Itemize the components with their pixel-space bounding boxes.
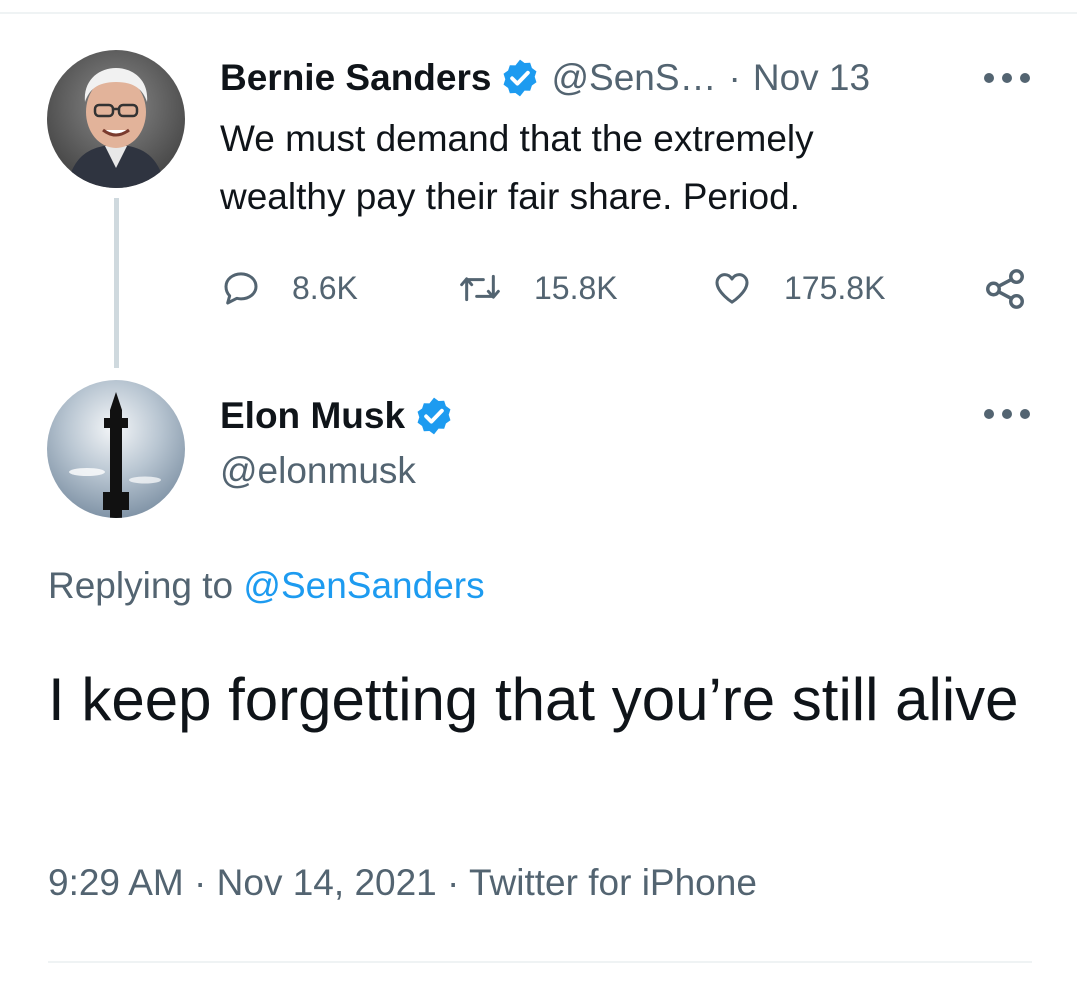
verified-badge-icon [417, 397, 451, 435]
like-action[interactable]: 175.8K [710, 268, 885, 308]
like-count: 175.8K [784, 269, 886, 306]
elon-tweet-text: I keep forgetting that you’re still aliv… [48, 666, 1019, 733]
share-action[interactable] [982, 266, 1028, 312]
bernie-avatar[interactable] [47, 50, 185, 188]
top-divider [0, 12, 1077, 14]
tweet-source[interactable]: Twitter for iPhone [469, 862, 757, 903]
reply-count: 8.6K [292, 269, 358, 306]
bernie-author-name[interactable]: Bernie Sanders [220, 57, 491, 99]
bottom-divider [48, 961, 1032, 963]
elon-avatar[interactable] [47, 380, 185, 518]
retweet-icon [460, 274, 500, 302]
verified-badge-icon [504, 59, 537, 97]
more-options-icon[interactable] [984, 71, 1030, 85]
retweet-action[interactable]: 15.8K [456, 268, 618, 308]
elon-handle[interactable]: @elonmusk [220, 450, 416, 492]
tweet-metadata: 9:29 AM · Nov 14, 2021 · Twitter for iPh… [48, 862, 757, 904]
meta-separator: · [447, 862, 460, 903]
replying-to-line: Replying to @SenSanders [48, 565, 485, 607]
bernie-handle[interactable]: @SenS… [551, 57, 716, 99]
replying-prefix: Replying to [48, 565, 234, 606]
more-options-icon[interactable] [984, 407, 1030, 421]
meta-separator: · [194, 862, 207, 903]
elon-author-name[interactable]: Elon Musk [220, 395, 405, 437]
thread-connector-line [114, 198, 119, 368]
header-separator: · [728, 57, 741, 98]
reply-action[interactable]: 8.6K [220, 268, 358, 308]
bernie-tweet-text: We must demand that the extremely wealth… [220, 118, 814, 217]
bernie-tweet-header: Bernie Sanders @SenS… · Nov 13 [220, 52, 870, 104]
like-icon [715, 273, 749, 304]
tweet-time[interactable]: 9:29 AM [48, 862, 184, 903]
retweet-count: 15.8K [534, 269, 618, 306]
replying-to-mention[interactable]: @SenSanders [243, 565, 484, 606]
reply-icon [224, 272, 258, 305]
bernie-tweet-date[interactable]: Nov 13 [753, 57, 870, 99]
tweet-date[interactable]: Nov 14, 2021 [217, 862, 437, 903]
tweet-actions-bar: 8.6K 15.8K 175.8K [220, 258, 1040, 318]
share-icon [986, 269, 1024, 309]
elon-tweet-header: Elon Musk [220, 388, 465, 444]
